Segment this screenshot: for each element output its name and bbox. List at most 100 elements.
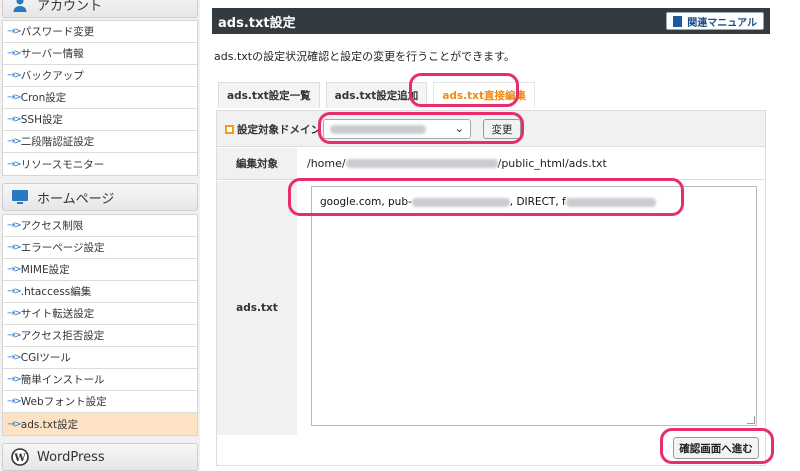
- sidebar-item-two-factor[interactable]: →> 二段階認証設定: [3, 131, 197, 153]
- ads-line: google.com, pub- , DIRECT, f: [320, 196, 656, 208]
- arrow-icon: →>: [7, 242, 22, 253]
- sidebar-item-cgi-tool[interactable]: →> CGIツール: [3, 347, 197, 369]
- sidebar-item-backup[interactable]: →> バックアップ: [3, 65, 197, 87]
- sidebar-item-easy-install[interactable]: →> 簡単インストール: [3, 369, 197, 391]
- target-label: 編集対象: [217, 148, 297, 179]
- sidebar-item-label: パスワード変更: [20, 26, 95, 38]
- sidebar-item-ads-txt[interactable]: →> ads.txt設定: [3, 413, 197, 435]
- sidebar-item-htaccess[interactable]: →> .htaccess編集: [3, 281, 197, 303]
- sidebar-item-label: アクセス拒否設定: [20, 330, 105, 342]
- sidebar-item-access-restriction[interactable]: →> アクセス制限: [3, 215, 197, 237]
- sidebar-item-access-deny[interactable]: →> アクセス拒否設定: [3, 325, 197, 347]
- account-section-header[interactable]: アカウント: [2, 0, 198, 18]
- sidebar-item-label: サーバー情報: [20, 48, 84, 60]
- sidebar-item-resource-monitor[interactable]: →> リソースモニター: [3, 153, 197, 175]
- resize-grip-icon[interactable]: [747, 416, 755, 424]
- path-prefix: /home/: [307, 157, 346, 170]
- manual-button[interactable]: 関連マニュアル: [666, 12, 764, 30]
- sidebar-item-label: CGIツール: [20, 352, 71, 364]
- arrow-icon: →>: [7, 92, 22, 103]
- sidebar-item-web-font[interactable]: →> Webフォント設定: [3, 391, 197, 413]
- account-section-title: アカウント: [37, 0, 103, 14]
- change-button-label: 変更: [491, 123, 513, 136]
- arrow-icon: →>: [7, 26, 22, 37]
- page-title-bar: ads.txt設定 関連マニュアル: [212, 8, 770, 34]
- arrow-icon: →>: [7, 136, 22, 147]
- sidebar-item-label: エラーページ設定: [20, 242, 105, 254]
- wordpress-section-header[interactable]: W WordPress: [2, 443, 198, 471]
- redacted-domain: [330, 124, 426, 134]
- sidebar-item-cron[interactable]: →> Cron設定: [3, 87, 197, 109]
- sidebar-item-password[interactable]: →> パスワード変更: [3, 21, 197, 43]
- sidebar-item-mime[interactable]: →> MIME設定: [3, 259, 197, 281]
- confirm-button-label: 確認画面へ進む: [679, 442, 753, 455]
- sidebar-item-label: ads.txt設定: [20, 418, 79, 431]
- path-suffix: /public_html/ads.txt: [497, 157, 607, 170]
- sidebar-item-server-info[interactable]: →> サーバー情報: [3, 43, 197, 65]
- chevron-down-icon: ⌄: [454, 122, 464, 135]
- domain-label-text: 設定対象ドメイン: [237, 124, 321, 136]
- sidebar-item-label: .htaccess編集: [20, 286, 92, 298]
- tab-bar: ads.txt設定一覧 ads.txt設定追加 ads.txt直接編集: [218, 82, 541, 110]
- arrow-icon: →>: [7, 308, 22, 319]
- ads-label: ads.txt: [217, 181, 297, 435]
- wordpress-logo-icon: W: [11, 448, 29, 466]
- change-button[interactable]: 変更: [483, 119, 521, 139]
- tab-label: ads.txt直接編集: [442, 90, 526, 102]
- sidebar-item-site-transfer[interactable]: →> サイト転送設定: [3, 303, 197, 325]
- person-icon: [11, 0, 29, 13]
- page-title: ads.txt設定: [218, 15, 296, 31]
- sidebar-item-label: バックアップ: [20, 70, 84, 82]
- sidebar-item-label: MIME設定: [20, 264, 70, 276]
- tab-ads-add[interactable]: ads.txt設定追加: [325, 82, 428, 108]
- wordpress-section-title: WordPress: [37, 449, 105, 465]
- svg-text:W: W: [13, 453, 26, 464]
- tab-label: ads.txt設定追加: [334, 90, 419, 102]
- ads-line-middle: , DIRECT, f: [509, 196, 566, 208]
- tab-ads-list[interactable]: ads.txt設定一覧: [218, 82, 320, 108]
- sidebar-item-label: サイト転送設定: [20, 308, 95, 320]
- ads-row: ads.txt google.com, pub- , DIRECT, f: [217, 181, 765, 435]
- tab-label: ads.txt設定一覧: [227, 90, 311, 102]
- domain-select[interactable]: ⌄: [323, 119, 471, 139]
- ads-txt-textarea[interactable]: google.com, pub- , DIRECT, f: [311, 186, 757, 426]
- arrow-icon: →>: [7, 286, 22, 297]
- monitor-icon: [11, 188, 29, 206]
- redacted-cert-id: [565, 197, 656, 207]
- sidebar-item-label: 簡単インストール: [20, 374, 105, 386]
- arrow-icon: →>: [7, 114, 22, 125]
- domain-select-row: 設定対象ドメイン ⌄ 変更: [217, 111, 765, 147]
- arrow-icon: →>: [7, 48, 22, 59]
- arrow-icon: →>: [7, 352, 22, 363]
- manual-button-label: 関連マニュアル: [687, 17, 757, 29]
- sidebar-item-label: 二段階認証設定: [20, 136, 95, 148]
- main-content: ads.txt設定 関連マニュアル ads.txtの設定状況確認と設定の変更を行…: [212, 8, 770, 466]
- arrow-icon: →>: [7, 264, 22, 275]
- sidebar-item-error-page[interactable]: →> エラーページ設定: [3, 237, 197, 259]
- sidebar-item-label: Webフォント設定: [20, 396, 107, 408]
- sidebar-item-label: アクセス制限: [20, 220, 84, 232]
- homepage-section-header[interactable]: ホームページ: [2, 183, 198, 211]
- arrow-icon: →>: [7, 330, 22, 341]
- arrow-icon: →>: [7, 396, 22, 407]
- redacted-publisher-id: [411, 197, 510, 207]
- sidebar-item-label: リソースモニター: [20, 158, 105, 171]
- arrow-icon: →>: [7, 158, 22, 170]
- tab-ads-direct-edit[interactable]: ads.txt直接編集: [433, 82, 535, 108]
- arrow-icon: →>: [7, 374, 22, 385]
- target-path: /home/ /public_html/ads.txt: [307, 157, 607, 170]
- target-row: 編集対象 /home/ /public_html/ads.txt: [217, 148, 765, 180]
- account-menu: →> パスワード変更 →> サーバー情報 →> バックアップ →> Cron設定 →> S…: [2, 20, 198, 176]
- sidebar-item-label: SSH設定: [20, 114, 63, 126]
- book-icon: [673, 15, 683, 27]
- redacted-path: [345, 159, 498, 168]
- homepage-section-title: ホームページ: [37, 191, 115, 207]
- arrow-icon: →>: [7, 70, 22, 81]
- ads-line-prefix: google.com, pub-: [320, 196, 412, 208]
- page-description: ads.txtの設定状況確認と設定の変更を行うことができます。: [214, 50, 515, 63]
- confirm-button[interactable]: 確認画面へ進む: [673, 437, 759, 459]
- arrow-icon: →>: [7, 220, 22, 231]
- edit-panel: 設定対象ドメイン ⌄ 変更 編集対象 /home/ /public_html/a…: [216, 110, 766, 466]
- sidebar-item-ssh[interactable]: →> SSH設定: [3, 109, 197, 131]
- homepage-menu: →> アクセス制限 →> エラーページ設定 →> MIME設定 →> .htaccess…: [2, 214, 198, 436]
